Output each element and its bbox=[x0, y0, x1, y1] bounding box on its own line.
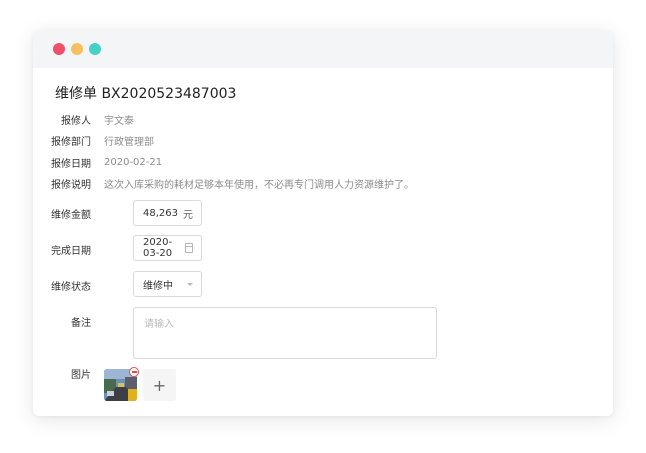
status-label: 维修状态 bbox=[51, 282, 91, 293]
window-titlebar bbox=[33, 30, 613, 68]
calendar-icon bbox=[185, 243, 193, 253]
images-label: 图片 bbox=[71, 370, 91, 381]
remove-image-icon[interactable] bbox=[129, 367, 139, 377]
maximize-window-dot[interactable] bbox=[89, 43, 101, 55]
close-window-dot[interactable] bbox=[53, 43, 65, 55]
remark-label: 备注 bbox=[71, 318, 91, 329]
page-title: 维修单 BX2020523487003 bbox=[55, 86, 237, 102]
amount-input[interactable]: 48,263 元 bbox=[133, 200, 202, 226]
report-date-label: 报修日期 bbox=[51, 158, 91, 170]
finish-date-value: 2020-03-20 bbox=[143, 237, 173, 259]
description-value: 这次入库采购的耗材足够本年使用，不必再专门调用人力资源维护了。 bbox=[104, 179, 414, 191]
finish-date-label: 完成日期 bbox=[51, 246, 91, 257]
remark-placeholder: 请输入 bbox=[144, 319, 174, 330]
status-select[interactable]: 维修中 bbox=[133, 271, 202, 297]
reporter-value: 宇文泰 bbox=[104, 115, 134, 127]
department-row: 报修部门 行政管理部 bbox=[33, 130, 154, 150]
description-label: 报修说明 bbox=[51, 179, 91, 191]
minimize-window-dot[interactable] bbox=[71, 43, 83, 55]
description-row: 报修说明 这次入库采购的耗材足够本年使用，不必再专门调用人力资源维护了。 bbox=[33, 173, 414, 193]
form-window: 维修单 BX2020523487003 报修人 宇文泰 报修部门 行政管理部 报… bbox=[33, 30, 613, 416]
department-label: 报修部门 bbox=[51, 136, 91, 148]
report-date-value: 2020-02-21 bbox=[104, 156, 163, 168]
department-value: 行政管理部 bbox=[104, 136, 154, 148]
reporter-label: 报修人 bbox=[61, 115, 91, 127]
amount-label: 维修金额 bbox=[51, 210, 91, 221]
report-date-row: 报修日期 2020-02-21 bbox=[33, 152, 162, 172]
add-image-button[interactable]: + bbox=[143, 369, 176, 401]
currency-suffix: 元 bbox=[183, 209, 193, 221]
status-value: 维修中 bbox=[143, 280, 173, 292]
finish-date-picker[interactable]: 2020-03-20 bbox=[133, 235, 202, 261]
chevron-down-icon bbox=[187, 282, 193, 286]
remark-textarea[interactable]: 请输入 bbox=[133, 307, 437, 359]
amount-value: 48,263 bbox=[143, 207, 178, 219]
reporter-row: 报修人 宇文泰 bbox=[33, 109, 134, 129]
